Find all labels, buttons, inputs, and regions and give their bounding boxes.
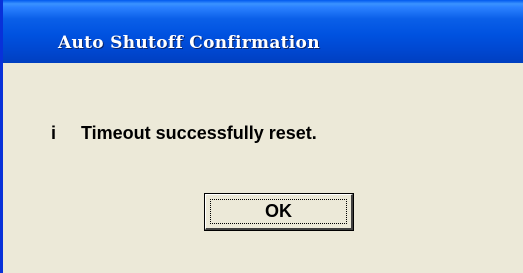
title-bar[interactable]: Auto Shutoff Confirmation [3,0,523,63]
ok-button[interactable]: OK [204,193,354,231]
dialog-body: i Timeout successfully reset. OK [3,63,523,273]
window-title: Auto Shutoff Confirmation [58,33,320,53]
message-row: i Timeout successfully reset. [51,121,317,145]
info-icon: i [51,122,57,143]
focus-rectangle: OK [210,199,347,224]
ok-button-label: OK [265,201,292,221]
message-text: Timeout successfully reset. [81,122,317,143]
dialog-window: Auto Shutoff Confirmation i Timeout succ… [0,0,523,273]
